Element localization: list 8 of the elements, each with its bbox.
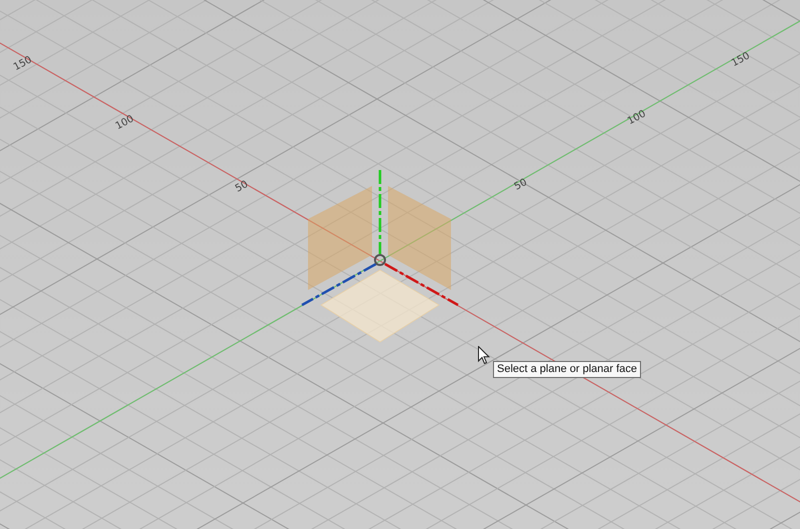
axis-label: 50 (234, 178, 250, 195)
axis-label: 50 (512, 176, 530, 193)
axis-label: 150 (730, 50, 752, 70)
axis-label: 150 (12, 54, 34, 74)
axis-label: 100 (114, 113, 136, 132)
tooltip: Select a plane or planar face (493, 361, 642, 378)
axis-label: 100 (626, 108, 648, 128)
cursor-icon (478, 346, 490, 365)
